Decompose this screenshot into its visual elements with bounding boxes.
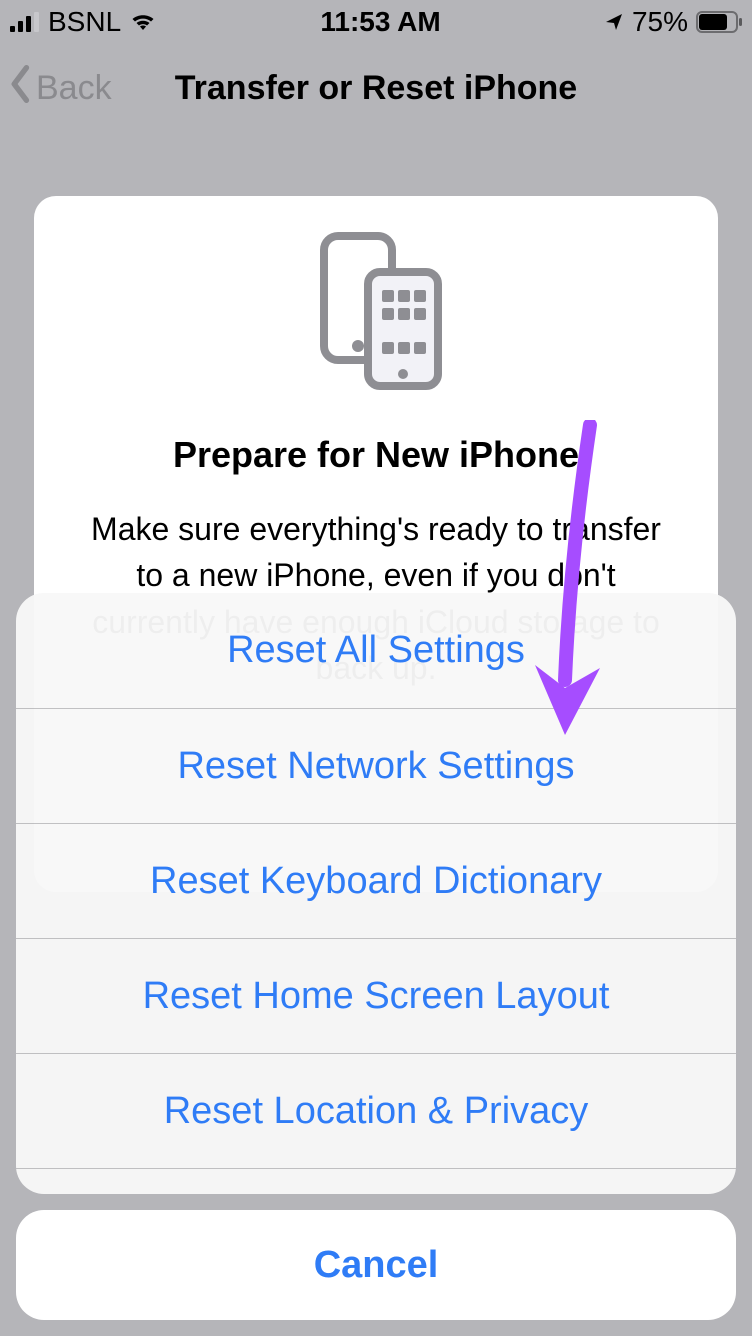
cellular-signal-icon [10,12,40,32]
reset-home-screen-layout-button[interactable]: Reset Home Screen Layout [16,938,736,1053]
back-button[interactable]: Back [10,44,112,132]
chevron-left-icon [10,65,32,112]
wifi-icon [129,12,157,32]
reset-keyboard-dictionary-button[interactable]: Reset Keyboard Dictionary [16,823,736,938]
transfer-devices-icon [80,230,672,390]
reset-action-sheet: Reset All Settings Reset Network Setting… [16,593,736,1320]
status-time: 11:53 AM [320,6,440,38]
card-heading: Prepare for New iPhone [80,434,672,476]
reset-all-settings-button[interactable]: Reset All Settings [16,593,736,708]
navigation-bar: Back Transfer or Reset iPhone [0,44,752,132]
cancel-button[interactable]: Cancel [16,1210,736,1320]
reset-network-settings-button[interactable]: Reset Network Settings [16,708,736,823]
battery-icon [696,11,742,33]
page-title: Transfer or Reset iPhone [175,69,577,108]
reset-location-privacy-button[interactable]: Reset Location & Privacy [16,1053,736,1168]
status-bar: BSNL 11:53 AM 75% [0,0,752,44]
location-services-icon [604,12,624,32]
battery-percentage: 75% [632,6,688,38]
back-label: Back [36,69,112,108]
carrier-label: BSNL [48,6,121,38]
erase-all-content-button-clipped[interactable]: Erase All Content and Settings [16,1168,736,1194]
